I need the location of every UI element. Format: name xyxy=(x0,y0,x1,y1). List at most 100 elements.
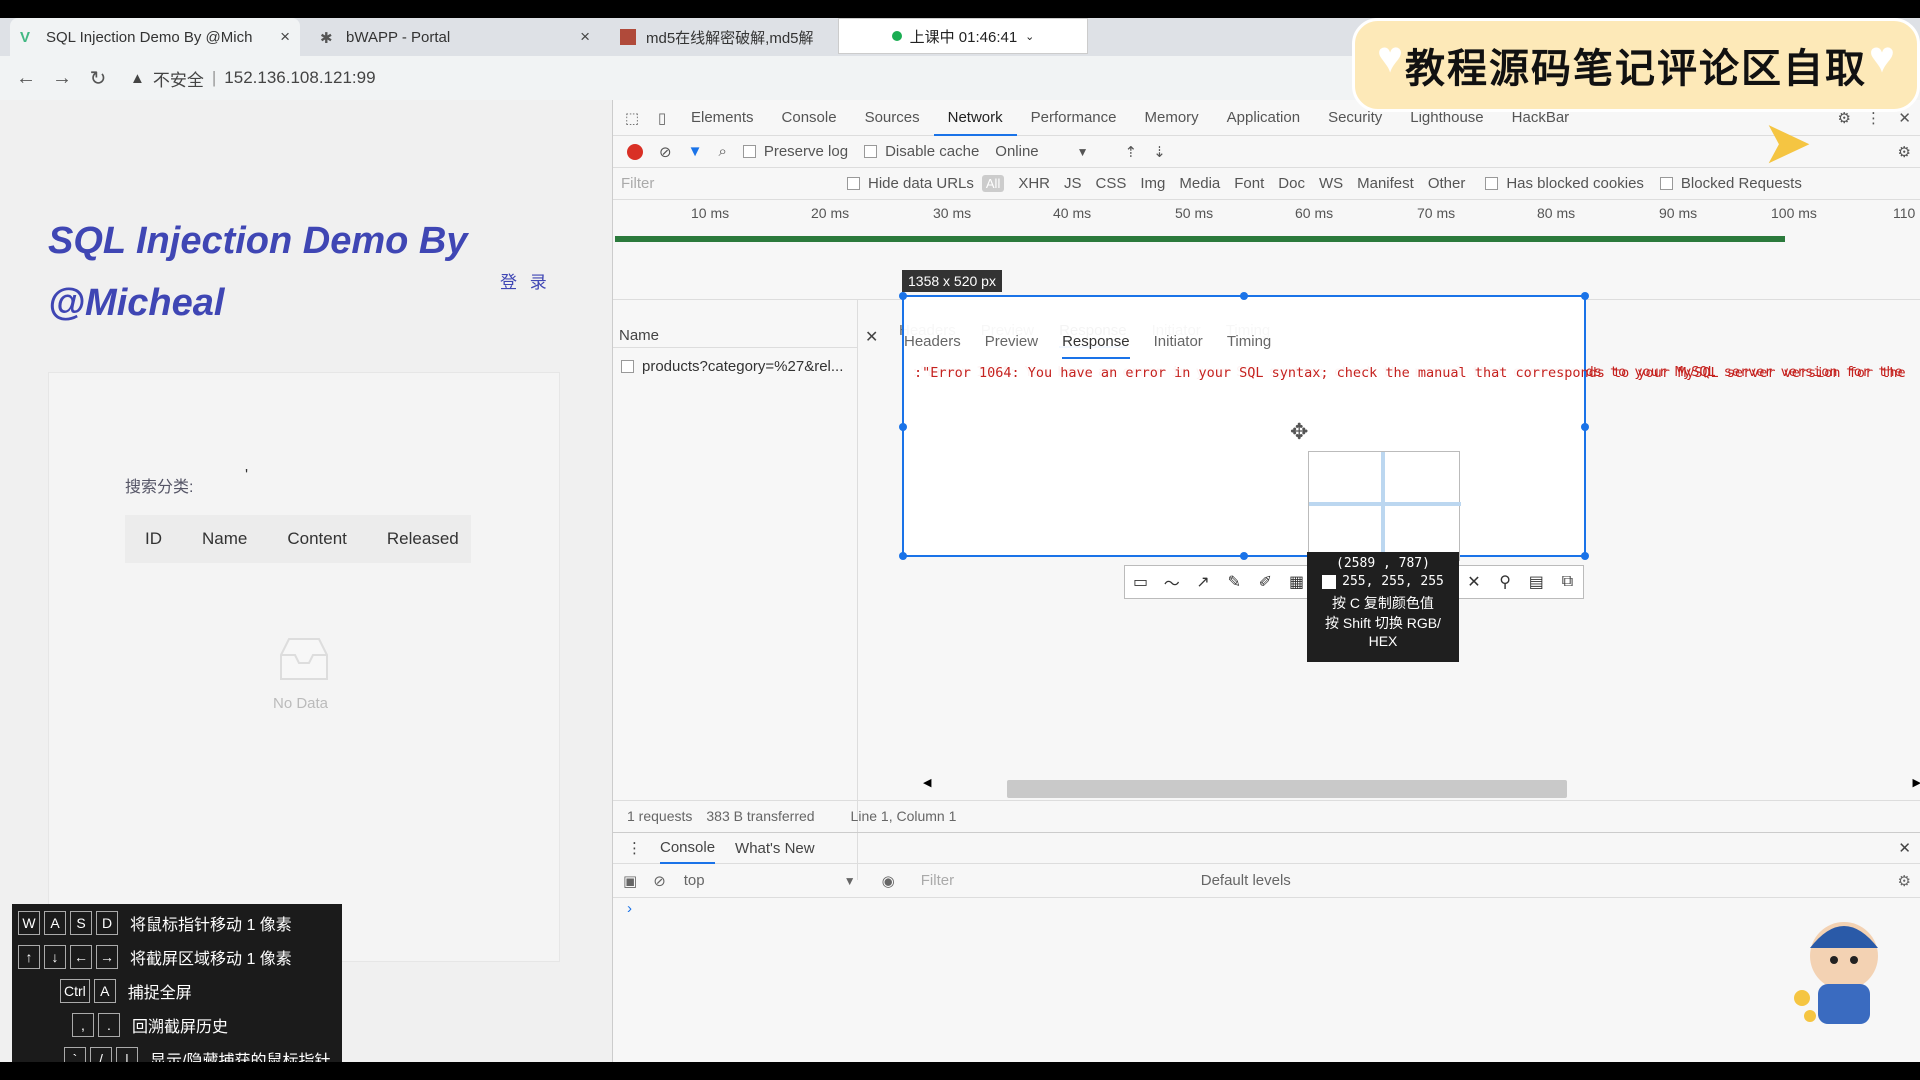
filter-js[interactable]: JS xyxy=(1064,175,1082,192)
filter-img[interactable]: Img xyxy=(1140,175,1165,192)
record-icon[interactable] xyxy=(627,143,643,160)
tab-elements[interactable]: Elements xyxy=(677,100,768,136)
key: / xyxy=(90,1047,112,1062)
blocked-cookies-checkbox[interactable]: Has blocked cookies xyxy=(1485,175,1644,192)
clear-icon[interactable]: ⊘ xyxy=(659,143,672,161)
filter-all[interactable]: All xyxy=(981,175,1005,192)
tab-md5[interactable]: md5在线解密破解,md5解 xyxy=(610,18,840,56)
tick: 20 ms xyxy=(811,205,850,221)
filter-xhr[interactable]: XHR xyxy=(1018,175,1050,192)
timeline-overview[interactable] xyxy=(613,242,1920,300)
crosshair-vertical xyxy=(1381,452,1385,562)
tab-bwapp-portal[interactable]: ✱ bWAPP - Portal × xyxy=(310,18,600,56)
capture-selection[interactable]: Headers Preview Response Initiator Timin… xyxy=(899,292,1906,562)
resize-handle[interactable] xyxy=(1581,423,1589,431)
filter-ws[interactable]: WS xyxy=(1319,175,1343,192)
search-input[interactable]: ' xyxy=(245,467,248,485)
inspect-icon[interactable]: ⬚ xyxy=(617,109,647,127)
tab-performance[interactable]: Performance xyxy=(1017,100,1131,136)
close-icon[interactable]: ✕ xyxy=(865,327,878,347)
filter-css[interactable]: CSS xyxy=(1096,175,1127,192)
scroll-left-icon[interactable]: ◀ xyxy=(923,776,931,789)
resize-handle[interactable] xyxy=(1581,552,1589,560)
pen-icon[interactable]: ✎ xyxy=(1219,572,1250,592)
filter-input[interactable]: Filter xyxy=(621,175,831,192)
help-text: 回溯截屏历史 xyxy=(132,1019,229,1036)
hide-data-urls-checkbox[interactable]: Hide data URLs xyxy=(847,175,974,192)
horizontal-scrollbar[interactable]: ◀ ▶ xyxy=(921,776,1920,798)
settings-icon[interactable]: ⚙ xyxy=(1898,872,1911,890)
title-line-2: @Micheal xyxy=(48,282,225,324)
vue-icon: V xyxy=(20,29,31,46)
back-icon[interactable]: ← xyxy=(8,67,44,90)
curve-icon[interactable]: 〜 xyxy=(1156,570,1187,594)
clear-icon[interactable]: ⊘ xyxy=(653,872,666,890)
chevron-down-icon[interactable]: ⌄ xyxy=(1025,30,1034,43)
close-icon[interactable]: × xyxy=(280,27,290,47)
class-timer[interactable]: 上课中 01:46:41 ⌄ xyxy=(838,18,1088,54)
close-icon[interactable]: ✕ xyxy=(1458,572,1489,592)
login-link[interactable]: 登 录 xyxy=(500,268,551,293)
sidebar-icon[interactable]: ▣ xyxy=(623,872,637,890)
throttle-select[interactable]: Online ▼ xyxy=(995,143,1088,160)
close-icon[interactable]: × xyxy=(580,27,590,47)
filter-media[interactable]: Media xyxy=(1179,175,1220,192)
arrow-icon[interactable]: ↗ xyxy=(1187,572,1218,592)
preserve-log-checkbox[interactable]: Preserve log xyxy=(742,143,848,160)
marker-icon[interactable]: ✐ xyxy=(1250,572,1281,592)
filter-other[interactable]: Other xyxy=(1428,175,1466,192)
tick: 50 ms xyxy=(1175,205,1214,221)
url-field[interactable]: ▲ 不安全 | 152.136.108.121:99 xyxy=(130,66,376,91)
resize-handle[interactable] xyxy=(1581,292,1589,300)
rectangle-icon[interactable]: ▭ xyxy=(1125,572,1156,592)
resize-handle[interactable] xyxy=(899,552,907,560)
site-icon xyxy=(620,29,636,45)
tab-console[interactable]: Console xyxy=(768,100,851,136)
hide-data-urls-label: Hide data URLs xyxy=(868,175,974,192)
tab-network[interactable]: Network xyxy=(933,100,1017,136)
close-icon[interactable]: ✕ xyxy=(1898,839,1911,857)
disable-cache-checkbox[interactable]: Disable cache xyxy=(864,143,979,160)
pointer-icon: ➤ xyxy=(1762,109,1813,176)
resize-handle[interactable] xyxy=(899,423,907,431)
search-icon[interactable]: ⌕ xyxy=(718,143,726,160)
resize-handle[interactable] xyxy=(899,292,907,300)
download-icon[interactable]: ⇣ xyxy=(1153,143,1166,161)
scroll-thumb[interactable] xyxy=(1007,780,1567,798)
reload-icon[interactable]: ↻ xyxy=(80,66,116,91)
filter-font[interactable]: Font xyxy=(1234,175,1264,192)
eye-icon[interactable]: ◉ xyxy=(882,872,895,890)
levels-select[interactable]: Default levels xyxy=(1201,872,1291,889)
pin-icon[interactable]: ⚲ xyxy=(1489,572,1520,592)
upload-icon[interactable]: ⇡ xyxy=(1125,143,1138,161)
scroll-right-icon[interactable]: ▶ xyxy=(1913,776,1920,789)
request-row[interactable]: products?category=%27&rel... xyxy=(621,358,843,375)
console-filter[interactable]: Filter xyxy=(921,872,1201,889)
help-row: , . 回溯截屏历史 xyxy=(72,1008,228,1042)
resize-handle[interactable] xyxy=(1240,552,1248,560)
magnifier xyxy=(1308,451,1461,562)
drawer-tab-whats-new[interactable]: What's New xyxy=(735,840,815,857)
tab-sql-injection-demo[interactable]: V SQL Injection Demo By @Mich × xyxy=(10,18,300,56)
drawer-tab-console[interactable]: Console xyxy=(660,833,716,864)
more-icon[interactable]: ⋮ xyxy=(627,839,642,857)
tab-timing: Timing xyxy=(1226,333,1272,350)
tab-title: md5在线解密破解,md5解 xyxy=(646,29,814,47)
forward-icon[interactable]: → xyxy=(44,67,80,90)
device-toggle-icon[interactable]: ▯ xyxy=(647,109,677,127)
filter-icon[interactable]: ▼ xyxy=(688,143,703,160)
tab-sources[interactable]: Sources xyxy=(851,100,934,136)
filter-doc[interactable]: Doc xyxy=(1278,175,1305,192)
save-icon[interactable]: ▤ xyxy=(1521,572,1552,592)
copy-icon[interactable]: ⧉ xyxy=(1552,573,1583,591)
tab-application[interactable]: Application xyxy=(1213,100,1314,136)
name-column-header[interactable]: Name xyxy=(613,318,857,348)
console-prompt-icon[interactable]: › xyxy=(627,900,632,917)
tab-memory[interactable]: Memory xyxy=(1131,100,1213,136)
context-select[interactable]: top xyxy=(684,872,844,889)
settings-icon[interactable]: ⚙ xyxy=(1898,143,1911,161)
warning-icon: ▲ xyxy=(130,69,145,87)
move-icon[interactable]: ✥ xyxy=(1290,419,1308,445)
filter-manifest[interactable]: Manifest xyxy=(1357,175,1414,192)
resize-handle[interactable] xyxy=(1240,292,1248,300)
